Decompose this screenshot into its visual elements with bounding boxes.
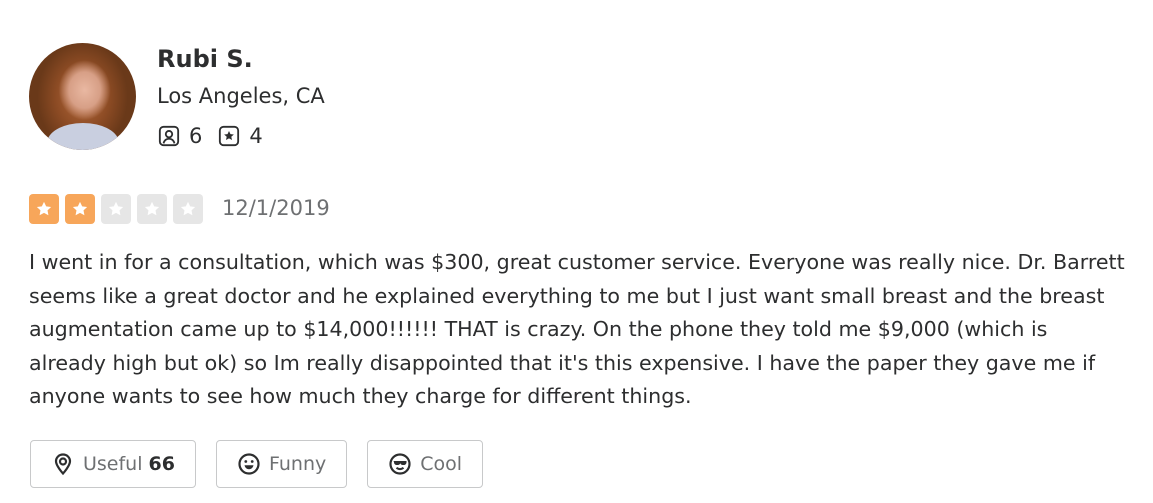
avatar[interactable] (29, 43, 136, 150)
friends-count: 6 (189, 124, 203, 148)
rating-star (173, 194, 203, 224)
reaction-buttons: Useful 66 Funny Cool (30, 440, 503, 488)
useful-count: 66 (148, 453, 175, 475)
rating-star (29, 194, 59, 224)
rating-star (101, 194, 131, 224)
reviews-stat: 4 (218, 124, 263, 148)
sunglasses-icon (389, 453, 411, 475)
star-icon (36, 201, 52, 216)
cool-button[interactable]: Cool (367, 440, 484, 488)
useful-label: Useful (83, 453, 143, 475)
friends-icon (158, 125, 180, 147)
avatar-shirt (47, 123, 119, 150)
star-icon (144, 201, 160, 216)
star-rating (29, 194, 209, 224)
star-badge-icon (219, 125, 240, 147)
user-name[interactable]: Rubi S. (157, 45, 253, 73)
rating-star (65, 194, 95, 224)
review-date: 12/1/2019 (222, 196, 330, 220)
star-icon (180, 201, 196, 216)
funny-button[interactable]: Funny (215, 440, 348, 488)
funny-label: Funny (268, 453, 327, 475)
friends-stat: 6 (158, 124, 202, 148)
useful-button[interactable]: Useful 66 (30, 440, 196, 488)
user-location: Los Angeles, CA (157, 84, 325, 108)
cool-label: Cool (420, 453, 463, 475)
review-text: I went in for a consultation, which was … (29, 250, 1125, 408)
star-icon (72, 201, 88, 216)
rating-star (137, 194, 167, 224)
smile-icon (238, 453, 260, 475)
reviews-count: 4 (249, 124, 263, 148)
lightbulb-icon (54, 453, 72, 476)
star-icon (108, 201, 124, 216)
user-stats: 6 4 (158, 123, 279, 149)
